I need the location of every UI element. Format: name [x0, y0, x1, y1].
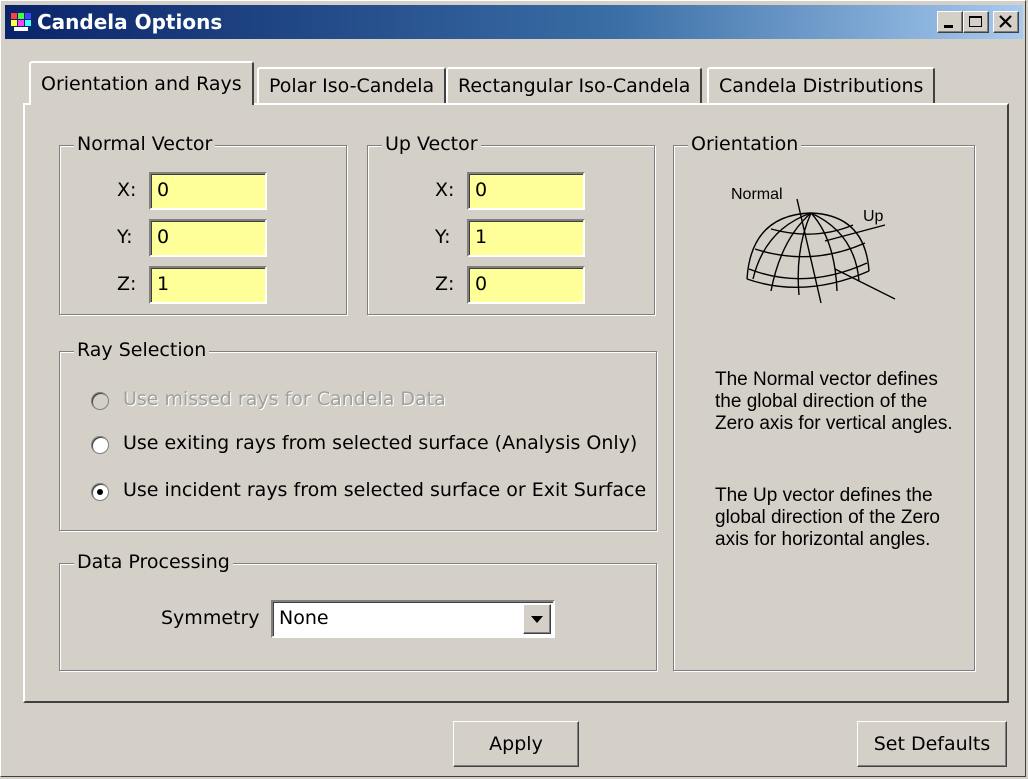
symmetry-label: Symmetry [161, 607, 260, 629]
exiting-rays-radio[interactable] [91, 436, 109, 454]
minimize-icon [944, 25, 953, 28]
maximize-button[interactable] [963, 11, 989, 33]
close-button[interactable] [993, 11, 1019, 33]
up-vector-title: Up Vector [382, 133, 481, 155]
ray-selection-title: Ray Selection [74, 339, 210, 361]
minimize-button[interactable] [937, 11, 963, 33]
up-y-label: Y: [435, 226, 451, 248]
normal-z-input[interactable]: 1 [149, 266, 267, 304]
normal-x-input[interactable]: 0 [149, 172, 267, 210]
up-vector-description: The Up vector defines the global directi… [715, 485, 940, 550]
chevron-down-icon [531, 616, 543, 623]
candela-options-window: Candela Options Orientation and Rays Pol… [0, 0, 1026, 777]
maximize-icon [969, 16, 982, 27]
normal-y-label: Y: [117, 226, 133, 248]
up-x-input[interactable]: 0 [467, 172, 585, 210]
incident-rays-radio[interactable] [91, 483, 109, 501]
missed-rays-label: Use missed rays for Candela Data [123, 388, 446, 410]
normal-vector-title: Normal Vector [74, 133, 216, 155]
window-title: Candela Options [37, 10, 223, 34]
apply-button[interactable]: Apply [453, 721, 579, 767]
symmetry-dropdown-button[interactable] [523, 604, 551, 634]
up-y-input[interactable]: 1 [467, 219, 585, 257]
app-icon [11, 13, 31, 31]
close-icon [999, 15, 1012, 28]
set-defaults-button[interactable]: Set Defaults [857, 721, 1007, 767]
incident-rays-label: Use incident rays from selected surface … [123, 479, 647, 501]
orientation-title: Orientation [688, 133, 802, 155]
normal-x-label: X: [117, 179, 137, 201]
normal-axis-label: Normal [731, 186, 783, 203]
symmetry-value: None [279, 607, 329, 629]
exiting-rays-label: Use exiting rays from selected surface (… [123, 432, 638, 454]
normal-z-label: Z: [117, 273, 137, 295]
missed-rays-radio[interactable] [91, 392, 109, 410]
data-processing-title: Data Processing [74, 551, 233, 573]
up-axis-label: Up [863, 208, 884, 225]
normal-y-input[interactable]: 0 [149, 219, 267, 257]
normal-vector-description: The Normal vector defines the global dir… [715, 369, 953, 434]
up-x-label: X: [435, 179, 455, 201]
up-z-input[interactable]: 0 [467, 266, 585, 304]
title-bar[interactable]: Candela Options [5, 5, 1023, 39]
tab-candela-distributions[interactable]: Candela Distributions [707, 67, 936, 103]
tab-polar-iso-candela[interactable]: Polar Iso-Candela [257, 67, 447, 103]
tab-orientation-and-rays[interactable]: Orientation and Rays [29, 61, 254, 105]
tab-rectangular-iso-candela[interactable]: Rectangular Iso-Candela [446, 67, 703, 103]
symmetry-select[interactable]: None [271, 600, 555, 638]
up-z-label: Z: [435, 273, 455, 295]
orientation-diagram: Normal Up [731, 186, 896, 304]
